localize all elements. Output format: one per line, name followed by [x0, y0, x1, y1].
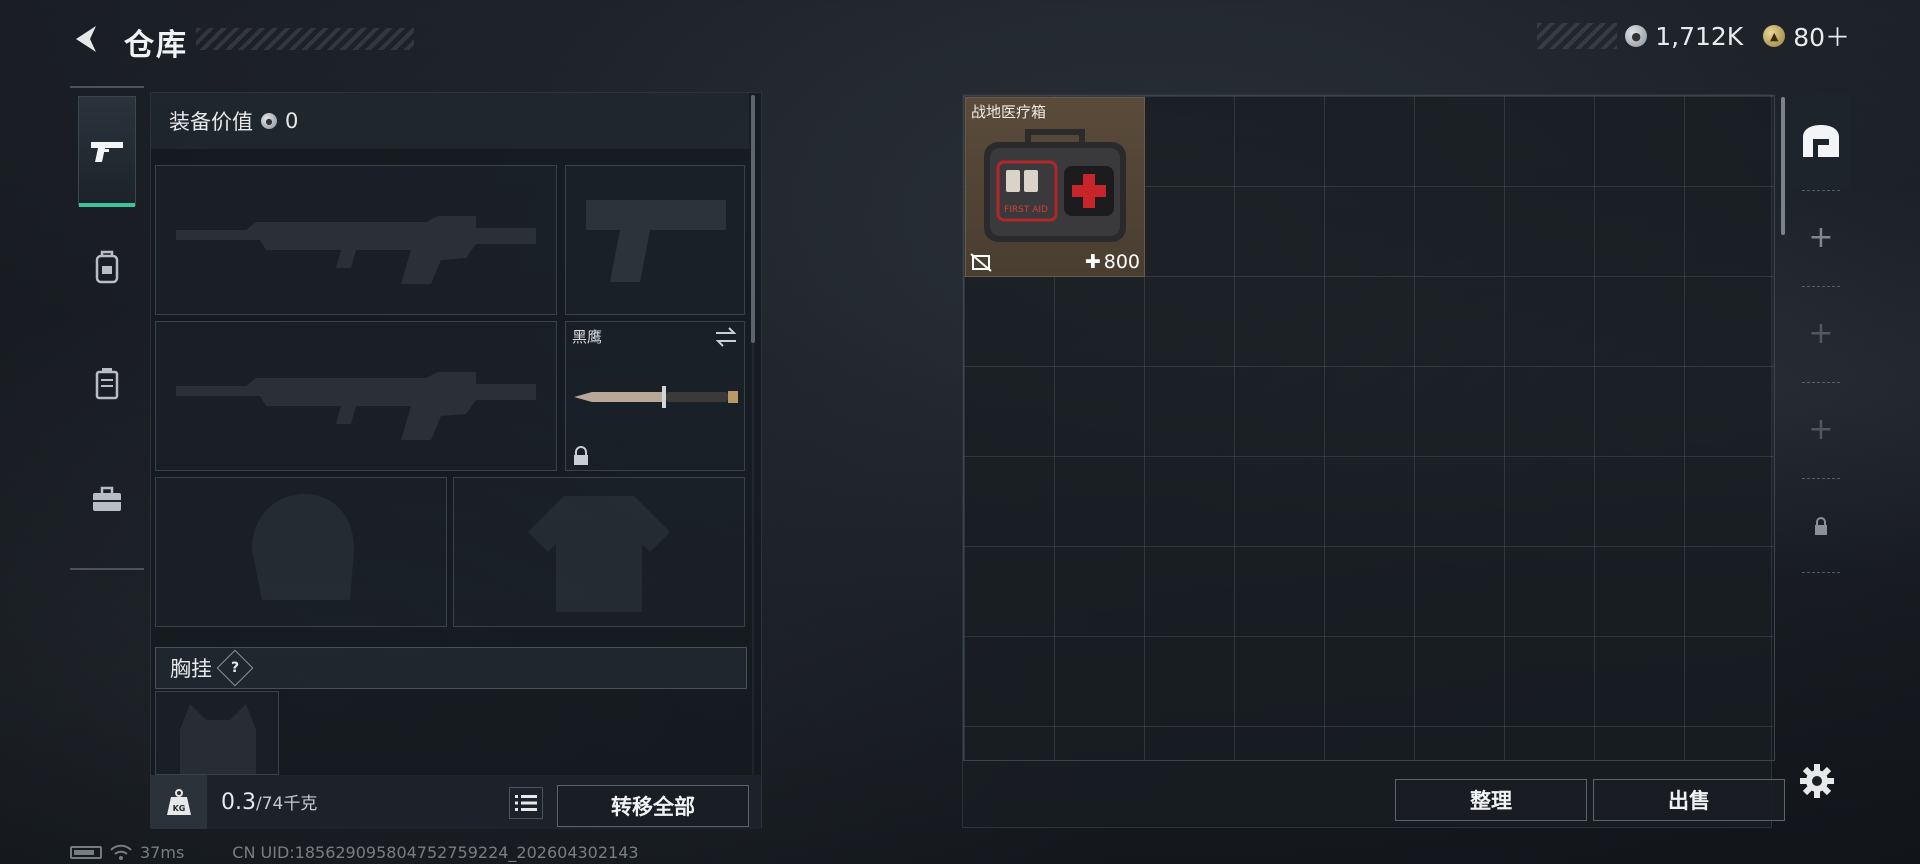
no-insure-icon [970, 253, 992, 272]
help-icon[interactable]: ? [216, 649, 254, 687]
warehouse-icon [1803, 125, 1839, 157]
equipment-value: 0 [285, 109, 299, 133]
storage-grid[interactable]: 战地医疗箱 FIRST AID ✚ 800 [963, 95, 1775, 761]
item-price: ✚ 800 [1084, 251, 1140, 273]
lock-icon [1815, 517, 1827, 535]
svg-text:FIRST AID: FIRST AID [1004, 205, 1048, 215]
equipment-value-bar: 装备价值 ● 0 [151, 93, 749, 149]
weight-bar: KG 0.3/74千克 转移全部 [151, 775, 761, 829]
plus-icon: ✚ [1084, 251, 1101, 273]
helmet-silhouette-icon [252, 494, 354, 600]
back-button[interactable] [70, 22, 104, 56]
title-decoration [196, 28, 414, 50]
tab-divider [1802, 286, 1840, 287]
currency-decoration [1537, 23, 1618, 49]
chest-rig-silhouette-icon [180, 704, 256, 774]
tab-main-storage[interactable] [1792, 94, 1850, 188]
tab-add-storage-2[interactable]: + [1792, 288, 1850, 380]
tab-add-storage-1[interactable]: + [1792, 192, 1850, 284]
back-arrow-icon [76, 26, 96, 52]
wifi-icon [110, 844, 132, 860]
chest-rig-header[interactable]: 胸挂 ? [155, 647, 747, 689]
backpack-icon [95, 250, 119, 284]
plus-icon: + [1808, 316, 1834, 351]
rifle-silhouette-icon [176, 372, 536, 440]
header: 仓库 ● 1,712K ▲ 80＋ [0, 0, 1920, 80]
silver-coin-icon: ● [1625, 25, 1648, 47]
primary-weapon-slot-2[interactable] [155, 321, 557, 471]
plus-icon: + [1808, 220, 1834, 255]
melee-slot[interactable]: 黑鹰 [565, 321, 745, 471]
helmet-slot[interactable] [155, 477, 447, 627]
gold-coin-icon: ▲ [1763, 25, 1786, 47]
storage-tabs: + + + [1792, 94, 1850, 574]
category-tabs [70, 86, 144, 570]
first-aid-kit-icon: FIRST AID [984, 129, 1126, 242]
melee-item-name: 黑鹰 [572, 328, 603, 346]
equipment-scrollbar[interactable] [751, 95, 755, 343]
knife-icon [574, 386, 738, 408]
uid-text: CN UID:1856290958047527592​24_2026043021… [232, 842, 639, 862]
weight-icon: KG [151, 775, 207, 829]
tab-weapons[interactable] [78, 96, 136, 207]
plus-icon: + [1808, 412, 1834, 447]
storage-scrollbar[interactable] [1781, 97, 1785, 235]
list-view-button[interactable] [509, 787, 543, 819]
chest-rig-slot[interactable] [155, 691, 279, 775]
item-name: 战地医疗箱 [971, 103, 1047, 121]
weight-max: /74千克 [256, 794, 318, 814]
page-title: 仓库 [124, 28, 188, 63]
tab-divider [1802, 382, 1840, 383]
tab-toolbox[interactable] [78, 444, 136, 554]
weight-current: 0.3 [221, 790, 256, 815]
tab-locked-storage[interactable] [1792, 480, 1850, 572]
sidearm-slot[interactable] [565, 165, 745, 315]
toolbox-icon [93, 486, 121, 511]
tab-backpack[interactable] [78, 212, 136, 322]
tab-divider [1802, 572, 1840, 573]
silver-coin-icon: ● [261, 113, 277, 129]
armor-silhouette-icon [528, 496, 670, 612]
tab-add-storage-3[interactable]: + [1792, 384, 1850, 476]
silver-currency-value[interactable]: 1,712K [1655, 22, 1743, 51]
equipment-panel: 装备价值 ● 0 黑鹰 胸挂 ? KG 0.3/74千克 转移全部 [150, 92, 762, 829]
case-icon [95, 368, 119, 400]
gold-currency-value[interactable]: 80＋ [1793, 18, 1850, 54]
equipment-value-label: 装备价值 [169, 110, 253, 134]
lock-icon [574, 446, 588, 465]
sort-button[interactable]: 整理 [1395, 779, 1587, 821]
armor-slot[interactable] [453, 477, 745, 627]
battery-icon [70, 845, 102, 859]
tab-case[interactable] [78, 328, 136, 438]
weight-readout: 0.3/74千克 [221, 789, 317, 815]
transfer-all-button[interactable]: 转移全部 [557, 785, 749, 827]
settings-gear-icon[interactable] [1798, 762, 1836, 800]
sell-button[interactable]: 出售 [1593, 779, 1785, 821]
storage-item-first-aid-kit[interactable]: 战地医疗箱 FIRST AID ✚ 800 [965, 97, 1145, 277]
status-bar: 37ms CN UID:1856290958047527592​24_20260… [70, 842, 639, 862]
svg-text:KG: KG [173, 804, 186, 813]
pistol-icon [91, 142, 123, 162]
ping-value: 37ms [140, 842, 185, 862]
rifle-silhouette-icon [176, 216, 536, 284]
storage-panel: 战地医疗箱 FIRST AID ✚ 800 整理 出售 [962, 94, 1785, 828]
tab-divider [1802, 190, 1840, 191]
swap-icon[interactable] [714, 326, 738, 348]
currency-bar: ● 1,712K ▲ 80＋ [1537, 20, 1862, 52]
pistol-silhouette-icon [586, 200, 726, 282]
tab-divider [1802, 478, 1840, 479]
chest-rig-label: 胸挂 [170, 657, 212, 681]
primary-weapon-slot-1[interactable] [155, 165, 557, 315]
list-icon [515, 795, 537, 811]
